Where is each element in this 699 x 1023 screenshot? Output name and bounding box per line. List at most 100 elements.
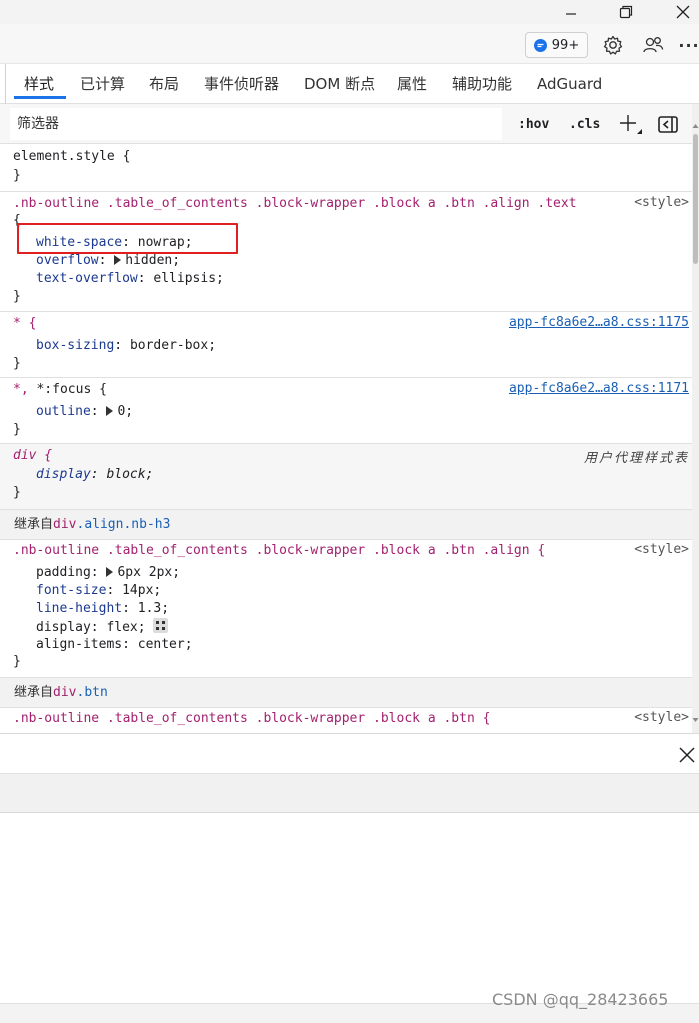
align-rule-selector[interactable]: .nb-outline .table_of_contents .block-wr… [13, 542, 545, 560]
filter-input[interactable] [10, 108, 502, 140]
declaration-padding[interactable]: padding: 6px 2px; [36, 564, 180, 582]
restore-button[interactable] [603, 0, 649, 24]
settings-button[interactable] [600, 32, 626, 58]
toggle-sidebar-button[interactable] [656, 113, 680, 137]
universal-rule-selector[interactable]: * { [13, 315, 36, 333]
hov-toggle-button[interactable]: :hov [518, 114, 549, 136]
align-rule: .nb-outline .table_of_contents .block-wr… [0, 540, 692, 678]
gear-icon [603, 35, 623, 55]
rule-close-brace: } [13, 485, 21, 500]
tab-adguard[interactable]: AdGuard [537, 64, 602, 104]
watermark-text: CSDN @qq_28423665 [492, 990, 669, 1009]
declaration-overflow[interactable]: overflow: hidden; [36, 252, 180, 270]
property-name: box-sizing [36, 338, 115, 353]
user-agent-stylesheet-label: 用户代理样式表 [583, 451, 689, 466]
btn-rule: .nb-outline .table_of_contents .block-wr… [0, 708, 692, 733]
expand-triangle-icon[interactable] [106, 567, 114, 577]
message-icon [533, 38, 547, 52]
btn-rule-source: <style> [634, 710, 689, 725]
property-name: display [36, 620, 91, 635]
more-options-button[interactable]: ··· [676, 32, 699, 58]
property-value: flex; [106, 620, 146, 635]
declaration-display: display: block; [36, 467, 154, 482]
tab-dom-breakpoints[interactable]: DOM 断点 [304, 64, 375, 104]
scroll-up-arrow-icon[interactable] [692, 122, 699, 130]
close-window-button[interactable] [660, 0, 699, 24]
inherited-element-link[interactable]: div [53, 685, 76, 700]
close-drawer-button[interactable] [676, 744, 698, 766]
property-value: border-box; [129, 338, 217, 353]
property-name: font-size [36, 583, 107, 598]
focus-rule-source-link[interactable]: app-fc8a6e2…a8.css:1171 [509, 381, 689, 396]
issues-button[interactable]: 99+ [525, 32, 588, 58]
tab-accessibility[interactable]: 辅助功能 [452, 64, 512, 104]
btn-rule-selector[interactable]: .nb-outline .table_of_contents .block-wr… [13, 710, 490, 728]
restore-icon [619, 5, 633, 19]
element-style-selector[interactable]: element.style { [13, 148, 130, 166]
drawer-content [0, 813, 699, 1003]
styles-filter-bar: :hov .cls [0, 104, 699, 144]
property-value: 14px; [122, 583, 162, 598]
inherited-element-link[interactable]: div [53, 517, 76, 532]
inherited-from-header: 继承自div.align.nb-h3 [0, 510, 692, 540]
inherited-from-header: 继承自div.btn [0, 678, 692, 708]
panel-tabs: 样式 已计算 布局 事件侦听器 DOM 断点 属性 辅助功能 AdGuard [0, 64, 699, 104]
close-icon [679, 747, 695, 763]
active-tab-indicator [14, 96, 66, 99]
highlight-annotation-box [17, 223, 238, 254]
drawer-header [0, 733, 699, 773]
scroll-thumb[interactable] [693, 134, 698, 264]
expand-triangle-icon[interactable] [106, 406, 114, 416]
rule-close-brace: } [13, 654, 21, 669]
ua-rule-selector: div { [13, 448, 53, 463]
property-value: center; [137, 637, 193, 652]
property-name: padding [36, 565, 91, 580]
property-value: block; [106, 467, 154, 482]
drawer-toolbar [0, 773, 699, 813]
tab-computed[interactable]: 已计算 [80, 64, 125, 104]
cls-toggle-button[interactable]: .cls [569, 114, 600, 136]
issues-count: 99+ [551, 37, 580, 53]
tabs-left-edge [0, 64, 6, 104]
customize-button[interactable] [640, 32, 666, 58]
new-style-rule-button[interactable] [617, 112, 643, 138]
tab-layout[interactable]: 布局 [149, 64, 179, 104]
declaration-font-size[interactable]: font-size: 14px; [36, 582, 161, 600]
window-titlebar [0, 0, 699, 24]
universal-rule-source-link[interactable]: app-fc8a6e2…a8.css:1175 [509, 315, 689, 330]
property-value: 0; [117, 404, 134, 419]
text-rule-selector[interactable]: .nb-outline .table_of_contents .block-wr… [13, 195, 577, 213]
tab-properties[interactable]: 属性 [397, 64, 427, 104]
declaration-text-overflow[interactable]: text-overflow: ellipsis; [36, 270, 224, 288]
minimize-button[interactable] [548, 0, 594, 24]
declaration-box-sizing[interactable]: box-sizing: border-box; [36, 337, 216, 355]
property-name: text-overflow [36, 271, 138, 286]
scroll-down-arrow-icon[interactable] [692, 716, 699, 724]
rule-close-brace: } [13, 356, 21, 371]
declaration-align-items[interactable]: align-items: center; [36, 636, 193, 654]
focus-rule-selector[interactable]: *, *:focus { [13, 381, 107, 399]
rule-close-brace: } [13, 168, 21, 183]
devtools-toolbar: 99+ ··· [0, 24, 699, 64]
declaration-outline[interactable]: outline: 0; [36, 403, 133, 421]
property-value: hidden; [125, 253, 181, 268]
flexbox-editor-icon[interactable] [153, 618, 169, 633]
text-rule-source: <style> [634, 195, 689, 210]
sidebar-toggle-icon [658, 116, 678, 133]
focus-rule: *, *:focus { app-fc8a6e2…a8.css:1171 out… [0, 378, 692, 444]
close-icon [676, 5, 690, 19]
property-value: ellipsis; [153, 271, 224, 286]
expand-triangle-icon[interactable] [114, 255, 122, 265]
property-value: 6px 2px; [117, 565, 181, 580]
tab-event-listeners[interactable]: 事件侦听器 [204, 64, 279, 104]
rule-close-brace: } [13, 289, 21, 304]
rule-close-brace: } [13, 422, 21, 437]
property-name: line-height [36, 601, 123, 616]
people-icon [643, 37, 664, 53]
styles-scrollbar[interactable] [692, 104, 699, 733]
declaration-display-flex[interactable]: display: flex; [36, 618, 169, 636]
user-agent-div-rule: div { 用户代理样式表 display: block; } [0, 444, 692, 510]
property-value: 1.3; [137, 601, 170, 616]
declaration-line-height[interactable]: line-height: 1.3; [36, 600, 169, 618]
plus-icon [620, 115, 642, 134]
